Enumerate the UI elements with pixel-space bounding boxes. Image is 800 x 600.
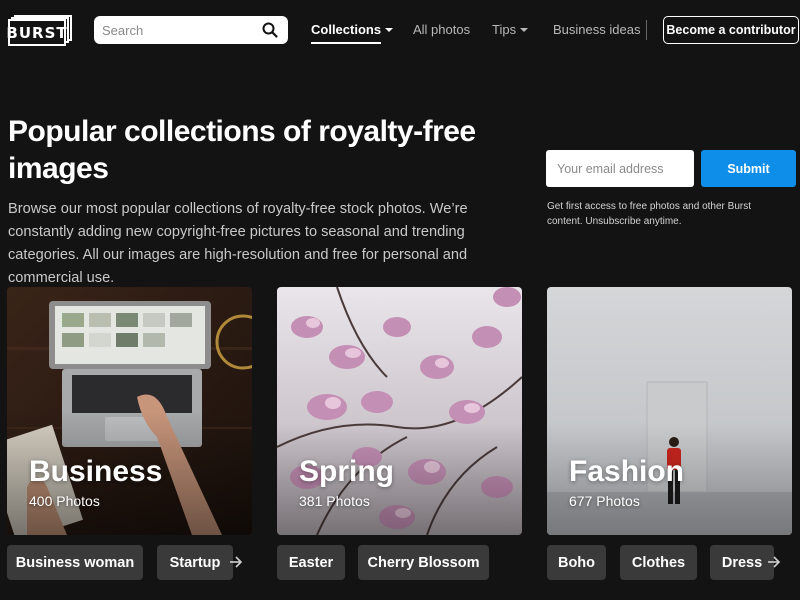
nav-all-photos-label: All photos	[413, 22, 471, 37]
submit-button[interactable]: Submit	[701, 150, 796, 187]
collection-count: 677 Photos	[569, 493, 640, 509]
nav-tips[interactable]: Tips	[492, 22, 529, 37]
page-description: Browse our most popular collections of r…	[8, 201, 468, 286]
nav-all-photos[interactable]: All photos	[413, 22, 470, 37]
arrow-right-icon[interactable]	[229, 555, 243, 569]
burst-logo[interactable]: BURST	[6, 15, 74, 46]
collection-card-fashion[interactable]: Fashion 677 Photos	[547, 287, 792, 535]
become-contributor-button[interactable]: Become a contributor	[663, 16, 799, 44]
nav-collections[interactable]: Collections	[311, 22, 394, 37]
collection-card-business[interactable]: Business 400 Photos	[7, 287, 252, 535]
collection-count: 381 Photos	[299, 493, 370, 509]
site-header: BURST Collections All photos Tips Busine…	[0, 0, 800, 62]
tag-easter[interactable]: Easter	[277, 545, 345, 580]
newsletter-note: Get first access to free photos and othe…	[547, 201, 751, 227]
tag-cherry-blossom[interactable]: Cherry Blossom	[358, 545, 489, 580]
tag-startup[interactable]: Startup	[157, 545, 233, 580]
search-icon[interactable]	[262, 22, 278, 38]
tag-clothes[interactable]: Clothes	[620, 545, 697, 580]
page-title: Popular collections of royalty-free imag…	[8, 115, 476, 185]
logo-text: BURST	[6, 19, 67, 46]
tag-business-woman[interactable]: Business woman	[7, 545, 143, 580]
search-input[interactable]	[102, 16, 252, 44]
nav-tips-label: Tips	[492, 22, 517, 37]
collection-title: Spring	[299, 455, 394, 488]
tag-dress[interactable]: Dress	[710, 545, 774, 580]
chevron-down-icon	[520, 27, 529, 32]
nav-business-ideas-label: Business ideas	[553, 22, 641, 37]
email-field[interactable]	[546, 150, 694, 187]
collection-card-spring[interactable]: Spring 381 Photos	[277, 287, 522, 535]
chevron-down-icon	[385, 27, 394, 32]
nav-active-underline	[311, 42, 381, 44]
collection-title: Business	[29, 455, 163, 488]
nav-collections-label: Collections	[311, 22, 382, 37]
collection-title: Fashion	[569, 455, 685, 488]
nav-divider	[646, 20, 647, 40]
collection-count: 400 Photos	[29, 493, 100, 509]
nav-business-ideas[interactable]: Business ideas	[553, 22, 640, 37]
arrow-right-icon[interactable]	[767, 555, 781, 569]
tag-boho[interactable]: Boho	[547, 545, 606, 580]
search-bar[interactable]	[94, 16, 288, 44]
